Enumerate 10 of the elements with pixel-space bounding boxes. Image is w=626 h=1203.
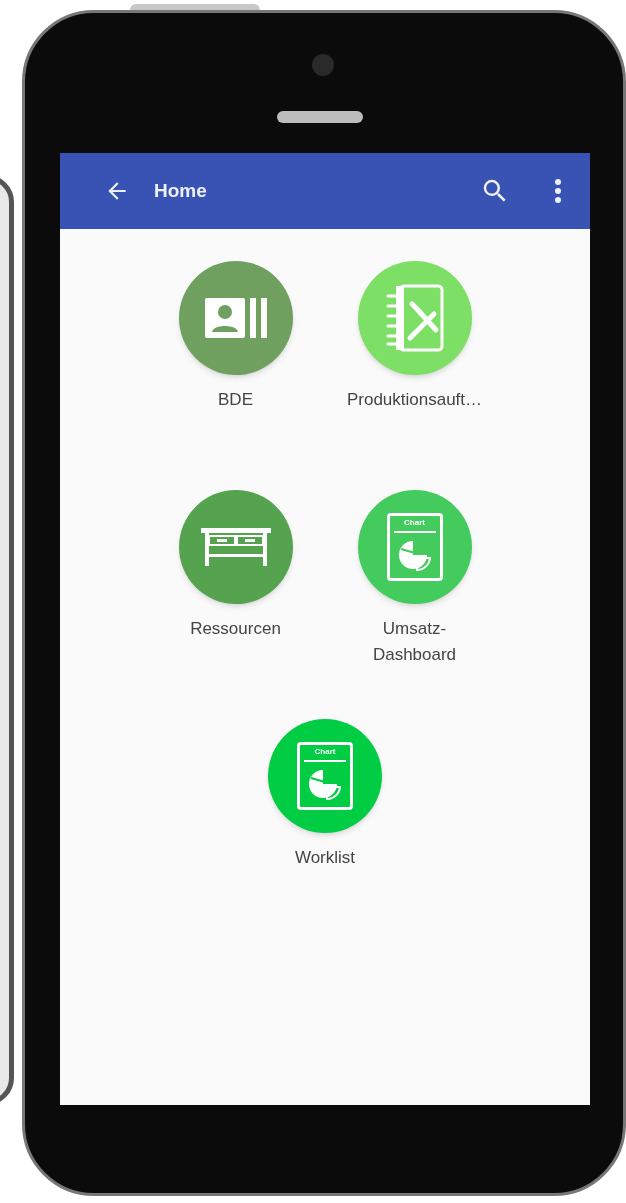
app-bar-title: Home: [154, 178, 207, 203]
app-tile-label: Worklist: [294, 847, 356, 869]
app-tile-label: BDE: [218, 389, 253, 411]
chart-caption: Chart: [314, 747, 336, 757]
app-tile-button[interactable]: Chart: [268, 719, 382, 833]
app-tile-button[interactable]: Chart: [357, 490, 472, 604]
app-tile-label: Ressourcen: [190, 618, 281, 640]
chart-caption: Chart: [404, 518, 425, 528]
app-tile-label: Produktionsauft…: [346, 389, 483, 411]
app-tile-label: Umsatz- Dashboard: [372, 618, 457, 666]
